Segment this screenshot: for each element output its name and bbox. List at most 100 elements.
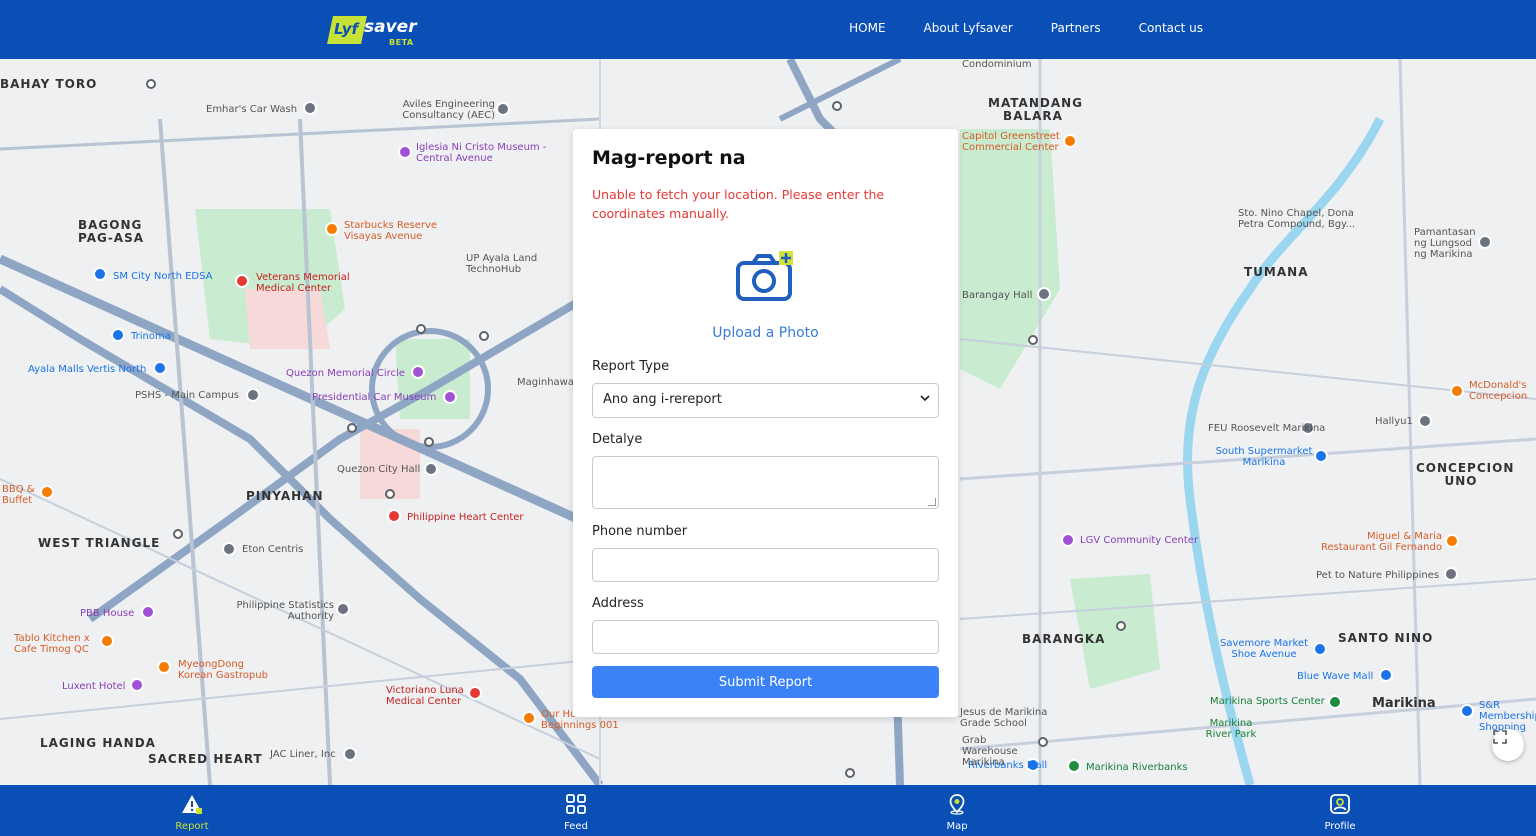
map-poi-label: Luxent Hotel <box>62 681 126 692</box>
map-poi-pin[interactable] <box>111 328 125 342</box>
tab-report-label: Report <box>175 821 209 832</box>
tab-profile[interactable]: Profile <box>1300 793 1380 832</box>
map-poi-pin[interactable] <box>246 388 260 402</box>
map-poi-pin[interactable] <box>222 542 236 556</box>
transit-stop[interactable] <box>845 768 855 778</box>
map-recenter-button[interactable] <box>1492 729 1524 761</box>
main-nav: HOME About Lyfsaver Partners Contact us <box>849 21 1203 35</box>
map-poi-label: Ayala Malls Vertis North <box>28 364 147 375</box>
map-poi-label: Aviles Engineering Consultancy (AEC) <box>402 99 495 121</box>
phone-number-input[interactable] <box>592 548 939 582</box>
map-poi-pin[interactable] <box>1418 414 1432 428</box>
map-poi-pin[interactable] <box>1460 704 1474 718</box>
map-poi-label: Jesus de Marikina Grade School <box>960 707 1048 729</box>
map-poi-pin[interactable] <box>1328 695 1342 709</box>
resize-grip-icon[interactable] <box>928 498 936 506</box>
map-poi-pin[interactable] <box>1313 642 1327 656</box>
lyfsaver-logo[interactable]: Lyf saver BETA <box>327 14 420 48</box>
map-poi-label: South Supermarket Marikina <box>1215 446 1313 468</box>
detail-textarea[interactable] <box>592 456 939 509</box>
transit-stop[interactable] <box>146 79 156 89</box>
top-navbar: Lyf saver BETA HOME About Lyfsaver Partn… <box>0 0 1536 59</box>
map-poi-label: Marikina Sports Center <box>1210 696 1325 707</box>
map-poi-pin[interactable] <box>424 462 438 476</box>
submit-report-button[interactable]: Submit Report <box>592 666 939 698</box>
map-poi-label: Maginhawa <box>517 377 574 388</box>
map-poi-pin[interactable] <box>235 274 249 288</box>
map-poi-label: Grab Warehouse Marikina <box>962 735 1018 768</box>
map-poi-pin[interactable] <box>1478 235 1492 249</box>
map-district-label: MATANDANG BALARA <box>988 96 1084 123</box>
map-poi-pin[interactable] <box>93 267 107 281</box>
grid-icon <box>565 793 587 815</box>
upload-photo-button[interactable]: Upload a Photo <box>573 249 958 341</box>
nav-about-link[interactable]: About Lyfsaver <box>924 21 1013 35</box>
map-poi-label: Miguel & Maria Restaurant Gil Fernando <box>1321 531 1442 553</box>
map-poi-pin[interactable] <box>141 605 155 619</box>
map-poi-label: McDonald's Concepcion <box>1469 380 1528 402</box>
transit-stop[interactable] <box>424 437 434 447</box>
map-poi-label: FEU Roosevelt Marikina <box>1208 423 1326 434</box>
map-poi-pin[interactable] <box>1037 287 1051 301</box>
report-type-label: Report Type <box>592 359 670 374</box>
map-poi-pin[interactable] <box>157 660 171 674</box>
nav-partners-link[interactable]: Partners <box>1051 21 1101 35</box>
map-poi-label: Hallyu1 <box>1375 416 1413 427</box>
transit-stop[interactable] <box>385 489 395 499</box>
map-poi-pin[interactable] <box>40 485 54 499</box>
transit-stop[interactable] <box>1028 335 1038 345</box>
map-poi-pin[interactable] <box>1067 759 1081 773</box>
transit-stop[interactable] <box>1116 621 1126 631</box>
map-poi-label: Blue Wave Mall <box>1297 671 1374 682</box>
transit-stop[interactable] <box>347 423 357 433</box>
transit-stop[interactable] <box>173 529 183 539</box>
map-district-label: LAGING HANDA <box>40 736 156 750</box>
map-district-label: Marikina <box>1372 696 1436 711</box>
map-poi-label: Quezon Memorial Circle <box>286 368 405 379</box>
nav-home-link[interactable]: HOME <box>849 21 885 35</box>
report-type-select[interactable]: Ano ang i-rereport <box>592 383 939 418</box>
map-poi-pin[interactable] <box>496 102 510 116</box>
map-poi-label: PBB House <box>80 608 135 619</box>
map-poi-pin[interactable] <box>468 686 482 700</box>
map-poi-pin[interactable] <box>130 678 144 692</box>
map-poi-pin[interactable] <box>153 361 167 375</box>
map-poi-pin[interactable] <box>443 390 457 404</box>
tab-map[interactable]: Map <box>917 793 997 832</box>
map-poi-pin[interactable] <box>1444 567 1458 581</box>
map-poi-label: Condominium <box>962 59 1032 70</box>
map-poi-label: Iglesia Ni Cristo Museum - Central Avenu… <box>416 142 547 164</box>
map-poi-pin[interactable] <box>398 145 412 159</box>
tab-feed[interactable]: Feed <box>536 793 616 832</box>
map-poi-pin[interactable] <box>303 101 317 115</box>
map-poi-pin[interactable] <box>325 222 339 236</box>
map-poi-label: Sto. Nino Chapel, Dona Petra Compound, B… <box>1238 208 1356 230</box>
map-poi-pin[interactable] <box>1063 134 1077 148</box>
map-poi-pin[interactable] <box>343 747 357 761</box>
map-district-label: BAHAY TORO <box>0 77 98 91</box>
address-input[interactable] <box>592 620 939 654</box>
tab-report[interactable]: Report <box>152 793 232 832</box>
map-poi-label: MyeongDong Korean Gastropub <box>178 659 268 681</box>
map-poi-pin[interactable] <box>1445 534 1459 548</box>
map-poi-pin[interactable] <box>522 711 536 725</box>
map-poi-pin[interactable] <box>1379 668 1393 682</box>
map-district-label: BARANGKA <box>1022 632 1106 646</box>
map-poi-label: UP Ayala Land TechnoHub <box>466 253 538 275</box>
transit-stop[interactable] <box>832 101 842 111</box>
map-poi-label: BBQ & Buffet <box>2 484 35 506</box>
map-poi-pin[interactable] <box>411 365 425 379</box>
tab-profile-label: Profile <box>1324 821 1356 832</box>
map-district-label: SACRED HEART <box>148 752 263 766</box>
map-poi-pin[interactable] <box>387 509 401 523</box>
map-poi-pin[interactable] <box>1061 533 1075 547</box>
nav-contact-link[interactable]: Contact us <box>1139 21 1203 35</box>
map-poi-pin[interactable] <box>1450 384 1464 398</box>
transit-stop[interactable] <box>479 331 489 341</box>
logo-badge-text: Lyf <box>334 20 359 38</box>
map-poi-pin[interactable] <box>1314 449 1328 463</box>
transit-stop[interactable] <box>416 324 426 334</box>
map-poi-pin[interactable] <box>336 602 350 616</box>
map-poi-label: Trinoma <box>131 331 171 342</box>
transit-stop[interactable] <box>1038 737 1048 747</box>
